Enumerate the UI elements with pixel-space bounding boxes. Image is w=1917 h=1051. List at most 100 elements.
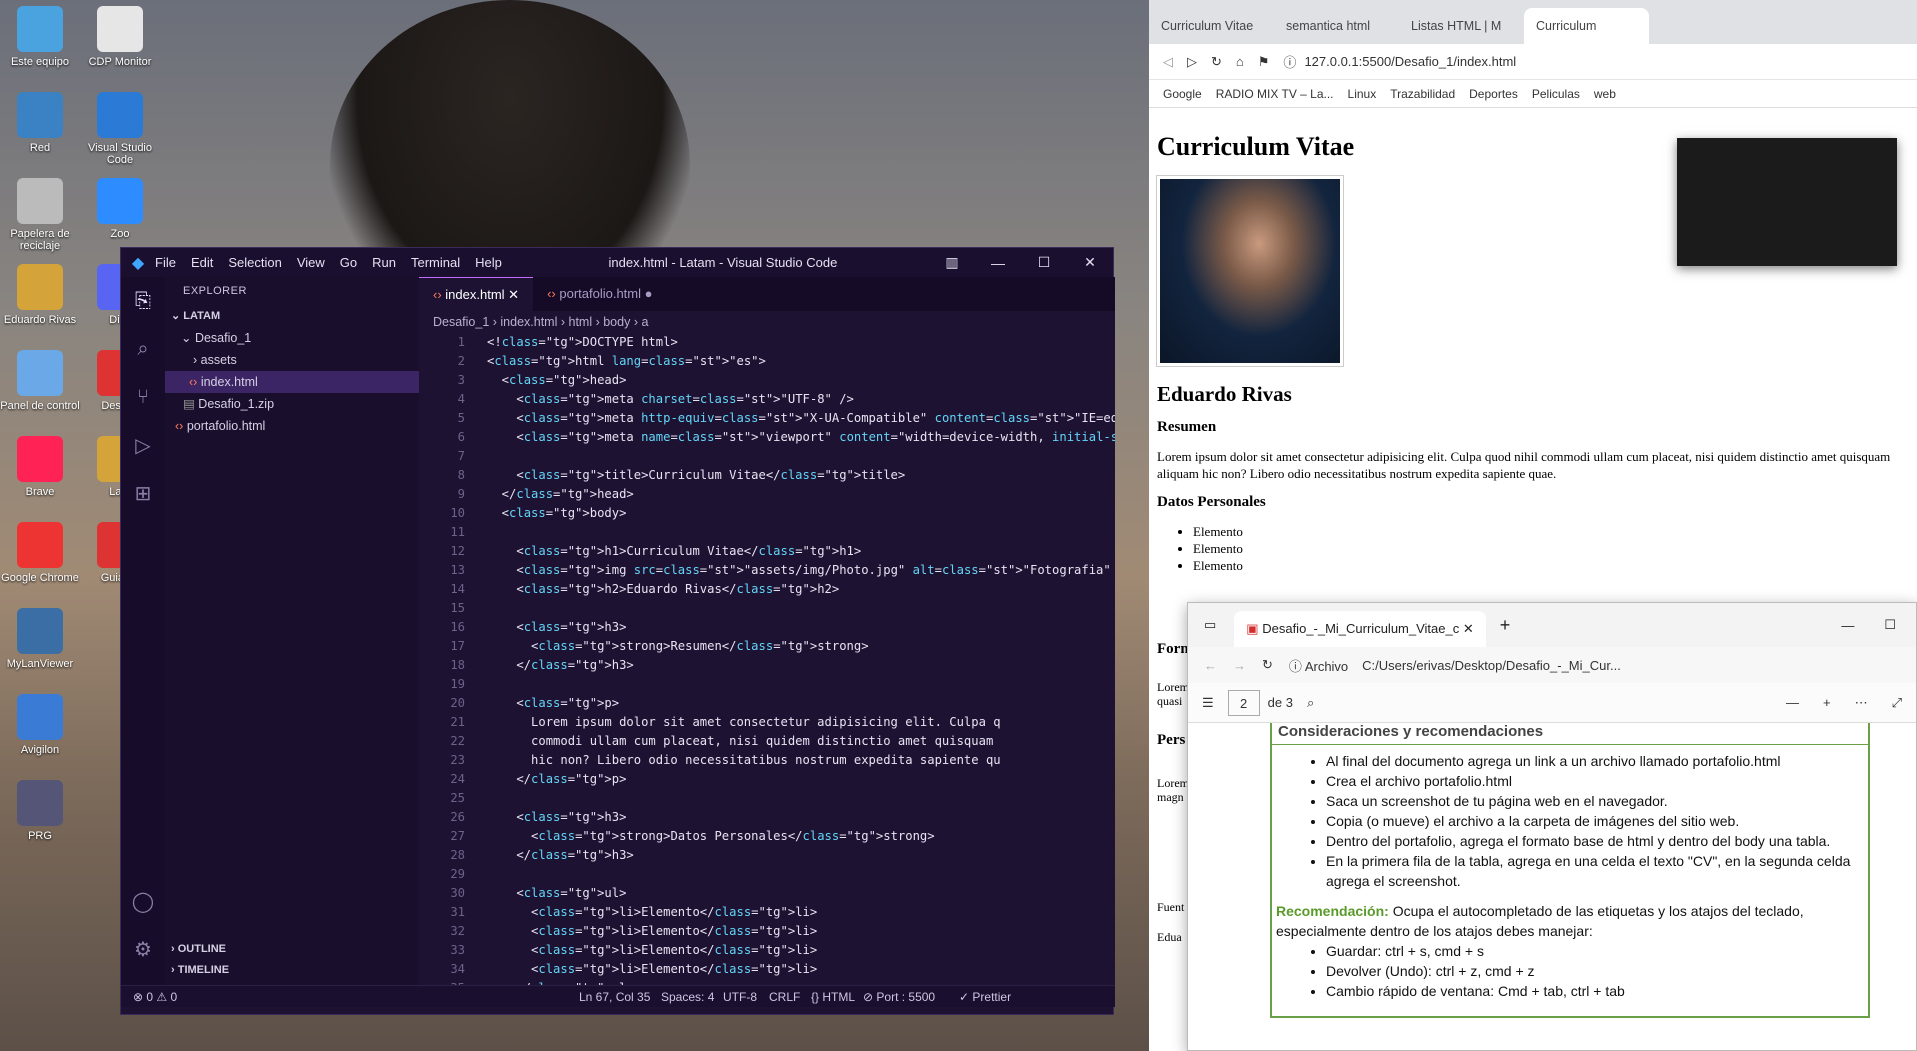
timeline-section[interactable]: › TIMELINE	[171, 964, 229, 976]
reload-icon[interactable]: ↻	[1211, 54, 1222, 70]
pdf-reload-icon[interactable]: ↻	[1262, 657, 1273, 673]
desktop-icon[interactable]: PRG	[0, 780, 80, 842]
bookmark-item[interactable]: Trazabilidad	[1390, 87, 1455, 101]
folder-assets[interactable]: › assets	[165, 349, 419, 371]
bookmark-item[interactable]: RADIO MIX TV – La...	[1216, 87, 1334, 101]
desktop-icon[interactable]: Papelera de reciclaje	[0, 178, 80, 252]
file-zip[interactable]: ▤ Desafio_1.zip	[165, 393, 419, 415]
desktop-icon[interactable]: CDP Monitor	[80, 6, 160, 68]
desktop-icon[interactable]: Zoo	[80, 178, 160, 240]
breadcrumb-item[interactable]: body	[603, 315, 630, 329]
desktop-icon[interactable]: Brave	[0, 436, 80, 498]
workspace-root[interactable]: ⌄ LATAM	[165, 305, 419, 327]
url-text[interactable]: 127.0.0.1:5500/Desafio_1/index.html	[1304, 54, 1516, 69]
browser-tab[interactable]: Listas HTML | M	[1399, 8, 1524, 44]
extensions-icon[interactable]: ⊞	[121, 469, 165, 517]
desktop-icon[interactable]: Red	[0, 92, 80, 154]
line-number: 26	[450, 810, 465, 824]
page-fragment: Fuent	[1157, 900, 1185, 914]
pdf-tab[interactable]: ▣ Desafio_-_Mi_Curriculum_Vitae_c ✕	[1234, 611, 1486, 647]
tab-portafolio[interactable]: ‹› portafolio.html ●	[533, 277, 666, 311]
bookmark-item[interactable]: Google	[1163, 87, 1202, 101]
menu-item[interactable]: View	[297, 255, 325, 270]
bookmark-item[interactable]: Linux	[1348, 87, 1377, 101]
desktop-icon[interactable]: Este equipo	[0, 6, 80, 68]
forward-icon[interactable]: ▷	[1187, 54, 1197, 70]
language-mode[interactable]: {} HTML	[811, 986, 855, 1008]
desktop-icon[interactable]: Avigilon	[0, 694, 80, 756]
layout-icon[interactable]: ▥	[929, 254, 975, 271]
menu-item[interactable]: Help	[475, 255, 502, 270]
desktop-icon-label: PRG	[28, 830, 52, 842]
code-editor[interactable]: 1 <!class="tg">DOCTYPE html> 2 <class="tg">…	[419, 333, 1115, 998]
breadcrumb-item[interactable]: Desafio_1	[433, 315, 489, 329]
pdf-minimize-button[interactable]: —	[1841, 618, 1854, 633]
run-debug-icon[interactable]: ▷	[121, 421, 165, 469]
breadcrumb-item[interactable]: html	[569, 315, 593, 329]
back-icon[interactable]: ◁	[1163, 54, 1173, 70]
menu-item[interactable]: Selection	[228, 255, 281, 270]
gear-icon[interactable]: ⚙	[121, 925, 165, 973]
code-line: 28 </class="tg">h3>	[419, 846, 1115, 865]
outline-section[interactable]: › OUTLINE	[171, 943, 226, 955]
bookmark-icon[interactable]: ⚑	[1258, 54, 1270, 70]
search-icon[interactable]: ⌕	[121, 325, 165, 373]
tab-index[interactable]: ‹› index.html ✕	[419, 277, 534, 311]
desktop-icon[interactable]: MyLanViewer	[0, 608, 80, 670]
file-index[interactable]: ‹› index.html	[165, 371, 419, 393]
line-ending[interactable]: CRLF	[769, 986, 800, 1008]
new-tab-button[interactable]: +	[1500, 615, 1511, 636]
pdf-path[interactable]: C:/Users/erivas/Desktop/Desafio_-_Mi_Cur…	[1362, 658, 1621, 673]
account-icon[interactable]: ◯	[121, 877, 165, 925]
prettier-status[interactable]: ✓ Prettier	[959, 986, 1011, 1008]
menu-item[interactable]: Terminal	[411, 255, 460, 270]
folder-desafio[interactable]: ⌄ Desafio_1	[165, 327, 419, 349]
code-line: 31 <class="tg">li>Elemento</class="tg">l…	[419, 903, 1115, 922]
indentation[interactable]: Spaces: 4	[661, 986, 714, 1008]
desktop-icon[interactable]: Google Chrome	[0, 522, 80, 584]
maximize-button[interactable]: ☐	[1021, 254, 1067, 271]
problems-indicator[interactable]: ⊗ 0 ⚠ 0	[133, 990, 177, 1004]
tab-actions-icon[interactable]: ▭	[1204, 617, 1216, 633]
menu-item[interactable]: Run	[372, 255, 396, 270]
cursor-position[interactable]: Ln 67, Col 35	[579, 986, 650, 1008]
browser-tab[interactable]: Curriculum	[1524, 8, 1649, 44]
desktop-icon-glyph	[97, 6, 143, 52]
menu-item[interactable]: Edit	[191, 255, 213, 270]
explorer-icon[interactable]: ⎘	[121, 277, 165, 325]
page-fragment: quasi	[1157, 694, 1183, 708]
source-control-icon[interactable]: ⑂	[121, 373, 165, 421]
encoding[interactable]: UTF-8	[723, 986, 757, 1008]
desktop-icon[interactable]: Panel de control	[0, 350, 80, 412]
bookmark-item[interactable]: Deportes	[1469, 87, 1518, 101]
desktop-icon[interactable]: Eduardo Rivas	[0, 264, 80, 326]
live-server-port[interactable]: ⊘ Port : 5500	[863, 986, 935, 1008]
code-line: 16 <class="tg">h3>	[419, 618, 1115, 637]
more-icon[interactable]: ⋯	[1855, 695, 1868, 711]
find-icon[interactable]: ⌕	[1307, 695, 1314, 711]
browser-tab[interactable]: semantica html	[1274, 8, 1399, 44]
pdf-back-icon[interactable]: ←	[1204, 658, 1217, 673]
minimize-button[interactable]: —	[975, 255, 1021, 271]
zoom-out-button[interactable]: —	[1786, 695, 1799, 710]
contents-icon[interactable]: ☰	[1202, 695, 1214, 711]
browser-tab[interactable]: Curriculum Vitae	[1149, 8, 1274, 44]
breadcrumb-item[interactable]: index.html	[500, 315, 557, 329]
close-button[interactable]: ✕	[1067, 254, 1113, 271]
zoom-in-button[interactable]: +	[1823, 695, 1831, 710]
desktop-icon-label: Google Chrome	[1, 572, 79, 584]
bookmark-item[interactable]: web	[1594, 87, 1616, 101]
home-icon[interactable]: ⌂	[1236, 54, 1244, 69]
menu-item[interactable]: File	[155, 255, 176, 270]
menu-item[interactable]: Go	[340, 255, 357, 270]
desktop-icon[interactable]: Visual Studio Code	[80, 92, 160, 166]
file-portafolio[interactable]: ‹› portafolio.html	[165, 415, 419, 437]
pdf-forward-icon[interactable]: →	[1233, 658, 1246, 673]
bookmark-item[interactable]: Peliculas	[1532, 87, 1580, 101]
page-number-input[interactable]: 2	[1227, 689, 1260, 716]
breadcrumb-item[interactable]: a	[641, 315, 648, 329]
info-icon[interactable]: ⓘ	[1283, 52, 1296, 71]
fit-icon[interactable]: ⤢	[1892, 695, 1902, 711]
pdf-maximize-button[interactable]: ☐	[1884, 617, 1896, 633]
line-number: 8	[457, 468, 465, 482]
